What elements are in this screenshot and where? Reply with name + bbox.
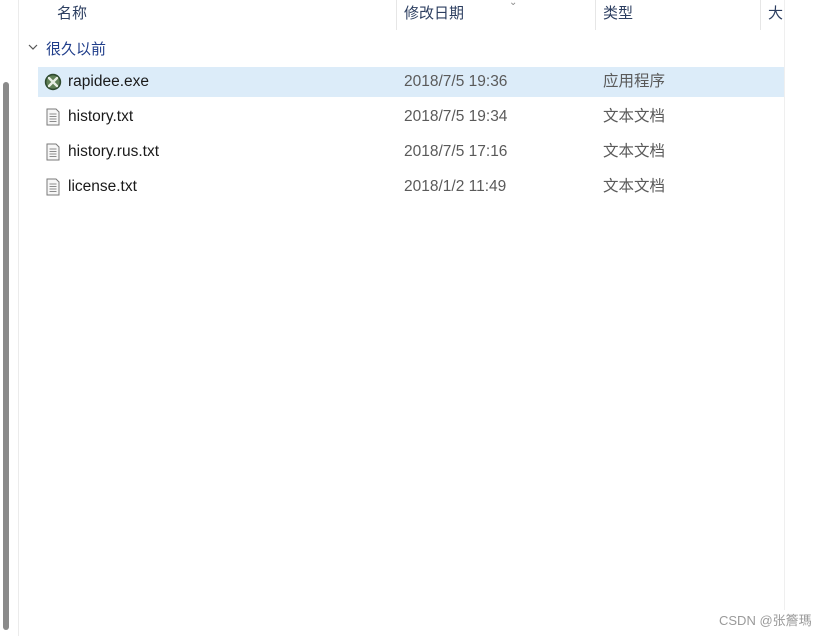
text-file-icon: [46, 143, 60, 161]
column-separator[interactable]: [760, 0, 761, 30]
text-file-icon: [46, 108, 60, 126]
pane-divider: [18, 0, 19, 636]
column-header-bar: 名称 ⌄ 修改日期 类型 大: [19, 0, 784, 31]
column-separator[interactable]: [396, 0, 397, 30]
app-icon: [44, 73, 62, 91]
pane-right-edge: [784, 0, 785, 610]
chevron-down-icon: [28, 44, 38, 50]
file-type: 应用程序: [603, 73, 666, 90]
text-file-icon: [46, 178, 60, 196]
group-label: 很久以前: [46, 41, 107, 58]
sort-indicator-icon: ⌄: [509, 0, 518, 8]
file-date: 2018/7/5 19:34: [404, 108, 508, 125]
watermark: CSDN @张簷瑪: [719, 613, 812, 628]
column-separator[interactable]: [595, 0, 596, 30]
column-header-type[interactable]: 类型: [603, 0, 633, 30]
file-name: history.txt: [68, 108, 134, 125]
column-header-size[interactable]: 大: [768, 0, 783, 30]
file-row-rapidee[interactable]: rapidee.exe 2018/7/5 19:36 应用程序: [38, 67, 784, 97]
file-name: history.rus.txt: [68, 143, 160, 160]
file-type: 文本文档: [603, 108, 666, 125]
file-row-history[interactable]: history.txt 2018/7/5 19:34 文本文档: [38, 102, 784, 132]
file-type: 文本文档: [603, 143, 666, 160]
group-header[interactable]: 很久以前: [28, 39, 106, 61]
file-date: 2018/7/5 19:36: [404, 73, 508, 90]
file-name: rapidee.exe: [68, 73, 150, 90]
column-header-name[interactable]: 名称: [57, 0, 87, 30]
file-date: 2018/7/5 17:16: [404, 143, 508, 160]
file-row-history-rus[interactable]: history.rus.txt 2018/7/5 17:16 文本文档: [38, 137, 784, 167]
file-row-license[interactable]: license.txt 2018/1/2 11:49 文本文档: [38, 172, 784, 202]
vertical-scrollbar[interactable]: [3, 82, 9, 630]
file-type: 文本文档: [603, 178, 666, 195]
file-date: 2018/1/2 11:49: [404, 178, 507, 195]
file-name: license.txt: [68, 178, 137, 195]
column-header-date[interactable]: 修改日期: [404, 0, 464, 30]
